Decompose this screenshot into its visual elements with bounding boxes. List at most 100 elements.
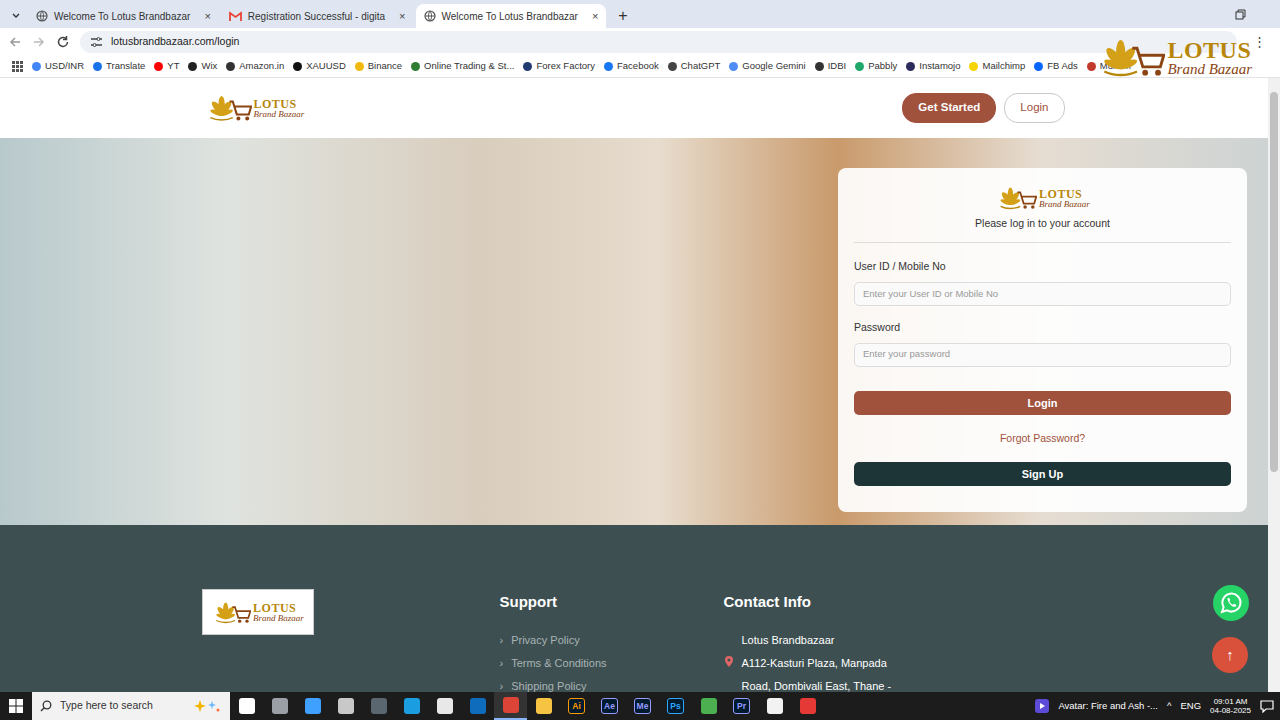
scroll-top-button[interactable]: ↑	[1212, 637, 1248, 673]
globe-icon	[36, 10, 48, 22]
link-text[interactable]: Terms & Conditions	[511, 655, 606, 678]
search-field[interactable]	[58, 697, 188, 715]
bookmark[interactable]: Forex Factory	[523, 59, 595, 73]
taskbar-app[interactable]	[692, 692, 725, 720]
whatsapp-icon[interactable]	[1212, 584, 1250, 622]
tab-close-button[interactable]: ×	[204, 8, 210, 25]
bookmark-label[interactable]: ChatGPT	[681, 59, 721, 73]
browser-tab[interactable]: Registration Successful - digita×	[221, 4, 414, 28]
taskbar-app[interactable]	[527, 692, 560, 720]
taskbar-app[interactable]: Ps	[659, 692, 692, 720]
bookmark-label[interactable]: Mailchimp	[982, 59, 1025, 73]
bookmark-label[interactable]: XAUUSD	[306, 59, 346, 73]
taskbar-app[interactable]	[230, 692, 263, 720]
back-icon[interactable]	[8, 35, 22, 49]
bookmark-label[interactable]: Instamojo	[919, 59, 960, 73]
bookmark[interactable]: Pabbly	[855, 59, 897, 73]
copilot-sparkle-icon[interactable]	[194, 699, 220, 713]
apps-icon[interactable]	[12, 61, 23, 72]
bookmark[interactable]: FB Ads	[1034, 59, 1078, 73]
taskbar-app[interactable]	[791, 692, 824, 720]
app-badge: Ae	[601, 698, 618, 714]
bookmark[interactable]: Google Gemini	[729, 59, 805, 73]
tray-expand[interactable]: ^	[1167, 699, 1171, 713]
support-link[interactable]: ›Privacy Policy	[500, 632, 724, 655]
support-link[interactable]: ›Shipping Policy	[500, 678, 724, 693]
taskbar-app[interactable]: Ai	[560, 692, 593, 720]
tab-close-button[interactable]: ×	[399, 8, 405, 25]
app-badge: Ai	[568, 698, 585, 714]
taskbar-app[interactable]	[329, 692, 362, 720]
reload-icon[interactable]	[56, 35, 70, 49]
sign-up-button[interactable]: Sign Up	[854, 462, 1231, 487]
get-started-button[interactable]: Get Started	[902, 93, 996, 122]
taskbar-search[interactable]	[32, 692, 230, 720]
media-player-icon[interactable]	[1035, 699, 1049, 713]
bookmark-label[interactable]: Pabbly	[868, 59, 897, 73]
taskbar-app[interactable]	[461, 692, 494, 720]
bookmark[interactable]: Facebook	[604, 59, 659, 73]
support-link[interactable]: ›Terms & Conditions	[500, 655, 724, 678]
bookmark-label[interactable]: YT	[167, 59, 179, 73]
forgot-password-link[interactable]: Forgot Password?	[854, 431, 1231, 447]
bookmark-label[interactable]: IDBI	[828, 59, 846, 73]
omnibox[interactable]: lotusbrandbazaar.com/login	[80, 31, 1237, 53]
taskbar-app[interactable]: Ae	[593, 692, 626, 720]
login-button[interactable]: Login	[854, 391, 1231, 416]
windows-start-icon[interactable]	[0, 699, 32, 713]
notification-icon[interactable]	[1260, 699, 1274, 713]
url-text[interactable]: lotusbrandbazaar.com/login	[111, 34, 239, 50]
bookmark[interactable]: Binance	[355, 59, 402, 73]
language-indicator[interactable]: ENG	[1180, 699, 1201, 713]
bookmark-label[interactable]: FB Ads	[1047, 59, 1078, 73]
bookmark[interactable]: Wix	[188, 59, 217, 73]
taskbar-app[interactable]	[428, 692, 461, 720]
bookmark[interactable]: YT	[154, 59, 179, 73]
bookmark-label[interactable]: Amazon.in	[239, 59, 284, 73]
scrollbar-thumb[interactable]	[1270, 92, 1278, 472]
taskbar-app[interactable]	[263, 692, 296, 720]
taskbar-app[interactable]	[395, 692, 428, 720]
bookmark[interactable]: Mailchimp	[969, 59, 1025, 73]
bookmark-label[interactable]: Forex Factory	[536, 59, 595, 73]
bookmark-label[interactable]: Binance	[368, 59, 402, 73]
bookmark-label[interactable]: Google Gemini	[742, 59, 805, 73]
login-nav-button[interactable]: Login	[1004, 93, 1064, 122]
site-info-icon[interactable]	[90, 36, 103, 48]
browser-tab[interactable]: Welcome To Lotus Brandbazar×	[28, 4, 219, 28]
link-text[interactable]: Shipping Policy	[511, 678, 586, 693]
bookmark-label[interactable]: Facebook	[617, 59, 659, 73]
password-field[interactable]	[854, 343, 1231, 367]
bookmark-label[interactable]: USD/INR	[45, 59, 84, 73]
bookmark-label[interactable]: Online Trading & St...	[424, 59, 514, 73]
taskbar-app[interactable]: Pr	[725, 692, 758, 720]
taskbar-app[interactable]	[362, 692, 395, 720]
taskbar-app[interactable]: Me	[626, 692, 659, 720]
tab-close-button[interactable]: ×	[592, 8, 598, 25]
bookmark[interactable]: USD/INR	[32, 59, 84, 73]
bookmark[interactable]: Online Trading & St...	[411, 59, 514, 73]
taskbar-app[interactable]	[296, 692, 329, 720]
tab-search-icon[interactable]	[6, 4, 26, 28]
bookmark-label[interactable]: Wix	[201, 59, 217, 73]
logo-word: Brand	[1167, 61, 1205, 77]
user-id-field[interactable]	[854, 282, 1231, 306]
restore-icon[interactable]	[1235, 9, 1246, 20]
bookmark[interactable]: IDBI	[815, 59, 846, 73]
bookmark[interactable]: ChatGPT	[668, 59, 721, 73]
bookmark[interactable]: XAUUSD	[293, 59, 346, 73]
bookmark[interactable]: Amazon.in	[226, 59, 284, 73]
bookmark[interactable]: Instamojo	[906, 59, 960, 73]
scrollbar[interactable]	[1268, 78, 1280, 692]
link-text[interactable]: Privacy Policy	[511, 632, 579, 655]
browser-tab[interactable]: Welcome To Lotus Brandbazar×	[416, 4, 607, 28]
clock[interactable]: 09:01 AM04-08-2025	[1210, 697, 1251, 715]
bookmark[interactable]: Translate	[93, 59, 145, 73]
bookmark-label[interactable]: Translate	[106, 59, 145, 73]
forward-icon[interactable]	[32, 35, 46, 49]
taskbar-app[interactable]	[494, 692, 527, 720]
now-playing[interactable]: Avatar: Fire and Ash -...	[1058, 699, 1158, 713]
taskbar-app[interactable]	[758, 692, 791, 720]
new-tab-button[interactable]: +	[608, 4, 637, 28]
clock-time: 09:01 AM	[1214, 697, 1248, 706]
